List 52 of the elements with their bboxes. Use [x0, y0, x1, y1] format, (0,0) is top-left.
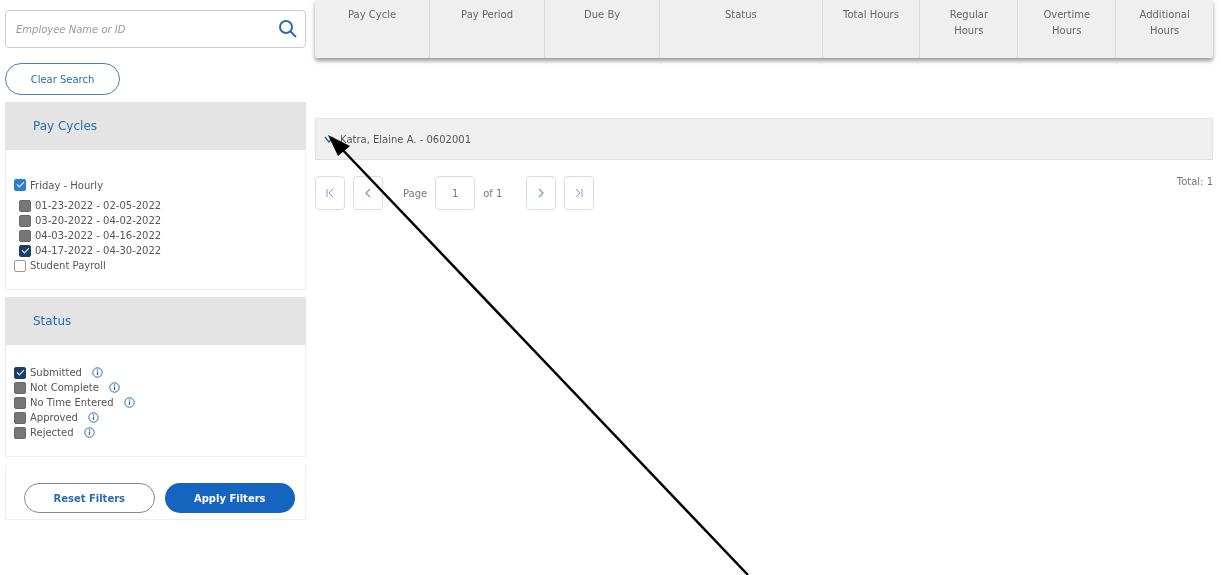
info-icon[interactable] [108, 382, 120, 393]
checkbox[interactable] [14, 381, 26, 394]
checkbox-label: Approved [30, 412, 78, 423]
checkbox[interactable] [14, 366, 26, 379]
checkbox-label: 04-17-2022 - 04-30-2022 [35, 245, 162, 256]
checkbox[interactable] [19, 229, 31, 242]
checkbox-label: No Time Entered [30, 397, 114, 408]
info-icon[interactable] [123, 397, 135, 408]
total-count: Total: 1 [1176, 176, 1213, 187]
chevron-left-icon [363, 188, 373, 198]
column-header: Additional Hours [1138, 8, 1191, 38]
checkbox-label: Not Complete [30, 382, 99, 393]
checkbox-label: 01-23-2022 - 02-05-2022 [35, 200, 162, 211]
column-header: Due By [545, 0, 661, 58]
checkbox[interactable] [19, 199, 31, 212]
column-header: Overtime Hours [1018, 0, 1117, 58]
column-header: Pay Period [430, 0, 546, 58]
page-field[interactable]: 1 [435, 176, 476, 210]
checkbox[interactable] [14, 179, 26, 191]
apply-filters-button[interactable]: Apply Filters [164, 483, 295, 513]
checkbox-label: Rejected [30, 427, 74, 438]
checkbox-label: Friday - Hourly [30, 179, 104, 191]
checkbox-label: Submitted [30, 367, 82, 378]
column-header: Total Hours [822, 0, 921, 58]
page-count: of 1 [483, 187, 503, 199]
info-icon[interactable] [91, 367, 103, 378]
employee-name: Katra, Elaine A. - 0602001 [340, 133, 472, 145]
checkbox-label: 04-03-2022 - 04-16-2022 [35, 230, 162, 241]
first-page-icon [325, 188, 335, 198]
column-header: Pay Cycle [315, 0, 431, 58]
page-label: Page [403, 187, 428, 199]
checkbox-label: 03-20-2022 - 04-02-2022 [35, 215, 162, 226]
clear-search-button[interactable]: Clear Search [5, 63, 120, 95]
checkbox[interactable] [14, 411, 26, 424]
checkbox[interactable] [14, 259, 26, 272]
info-icon[interactable] [83, 427, 95, 438]
column-header: Status [660, 0, 823, 58]
checkbox[interactable] [14, 396, 26, 409]
checkbox-label: Student Payroll [30, 260, 106, 271]
checkbox[interactable] [19, 214, 31, 227]
search-icon[interactable] [278, 19, 298, 39]
reset-filters-button[interactable]: Reset Filters [24, 483, 155, 513]
checkbox[interactable] [14, 426, 26, 439]
last-page-icon [574, 188, 585, 198]
section-title: Status [33, 314, 72, 328]
search-field[interactable]: Employee Name or ID [5, 10, 306, 48]
info-icon[interactable] [87, 412, 99, 423]
employee-row[interactable]: Katra, Elaine A. - 0602001 [315, 118, 1213, 160]
column-header: Regular Hours [920, 0, 1019, 58]
section-title: Pay Cycles [33, 119, 97, 133]
checkbox[interactable] [19, 244, 31, 257]
previous-page-button[interactable] [353, 176, 383, 210]
